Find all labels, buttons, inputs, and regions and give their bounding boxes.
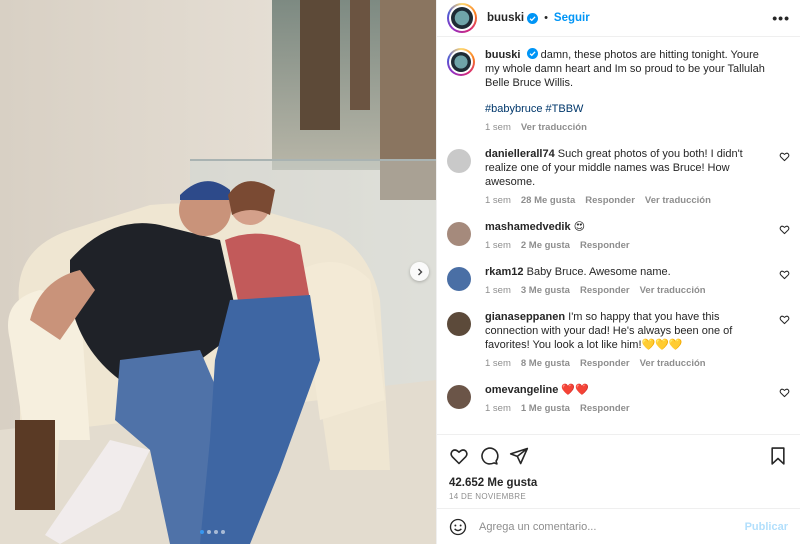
heart-icon[interactable] bbox=[449, 446, 469, 466]
comment-item: rkam12 Baby Bruce. Awesome name. 1 sem 3… bbox=[447, 265, 790, 296]
comments-list[interactable]: buuski damn, these photos are hitting to… bbox=[437, 38, 800, 434]
comment-time: 1 sem bbox=[485, 285, 511, 296]
comment-time: 1 sem bbox=[485, 358, 511, 369]
comment-text: rkam12 Baby Bruce. Awesome name. bbox=[485, 265, 768, 279]
comment-text: mashamedvedik 😍 bbox=[485, 220, 768, 234]
publish-button[interactable]: Publicar bbox=[745, 521, 788, 533]
bookmark-icon[interactable] bbox=[768, 446, 788, 466]
caption-hashtags[interactable]: #babybruce #TBBW bbox=[485, 102, 768, 116]
caption-time: 1 sem bbox=[485, 122, 511, 133]
carousel-dot bbox=[207, 530, 211, 534]
heart-icon[interactable] bbox=[779, 224, 790, 235]
comment-item: gianaseppanen I'm so happy that you have… bbox=[447, 310, 790, 369]
comment-likes[interactable]: 2 Me gusta bbox=[521, 240, 570, 251]
chevron-right-icon bbox=[417, 268, 422, 275]
comment-item: mashamedvedik 😍 1 sem 2 Me gusta Respond… bbox=[447, 220, 790, 251]
verified-icon bbox=[527, 12, 539, 24]
commenter-avatar[interactable] bbox=[447, 149, 471, 173]
commenter-avatar[interactable] bbox=[447, 267, 471, 291]
comment-username[interactable]: daniellerall74 bbox=[485, 148, 555, 160]
heart-icon[interactable] bbox=[779, 314, 790, 325]
comment-time: 1 sem bbox=[485, 403, 511, 414]
post-header: buuski • Seguir ••• bbox=[437, 0, 800, 37]
reply-button[interactable]: Responder bbox=[580, 358, 630, 369]
next-image-button[interactable] bbox=[410, 262, 429, 281]
more-icon[interactable]: ••• bbox=[772, 10, 790, 26]
comment-likes[interactable]: 28 Me gusta bbox=[521, 195, 575, 206]
caption-text: buuski damn, these photos are hitting to… bbox=[485, 48, 768, 90]
translate-link[interactable]: Ver traducción bbox=[521, 122, 587, 133]
carousel-dot bbox=[214, 530, 218, 534]
reply-button[interactable]: Responder bbox=[580, 240, 630, 251]
share-icon[interactable] bbox=[509, 446, 529, 466]
photo-scene bbox=[0, 0, 436, 544]
add-comment-bar: Publicar bbox=[437, 508, 800, 544]
post-photo bbox=[0, 0, 436, 544]
caption: buuski damn, these photos are hitting to… bbox=[447, 48, 790, 133]
heart-icon[interactable] bbox=[779, 151, 790, 162]
action-bar: 42.652 Me gusta 14 DE NOVIEMBRE bbox=[437, 434, 800, 501]
comment-text: gianaseppanen I'm so happy that you have… bbox=[485, 310, 768, 352]
heart-icon[interactable] bbox=[779, 387, 790, 398]
translate-link[interactable]: Ver traducción bbox=[640, 285, 706, 296]
commenter-avatar[interactable] bbox=[447, 312, 471, 336]
header-username[interactable]: buuski bbox=[487, 12, 524, 24]
follow-button[interactable]: Seguir bbox=[554, 12, 590, 24]
comment-text: omevangeline ❤️❤️ bbox=[485, 383, 768, 397]
comment-input[interactable] bbox=[479, 520, 745, 533]
post-date: 14 DE NOVIEMBRE bbox=[449, 492, 526, 501]
comment-icon[interactable] bbox=[479, 446, 499, 466]
likes-count[interactable]: 42.652 Me gusta bbox=[449, 477, 788, 489]
translate-link[interactable]: Ver traducción bbox=[640, 358, 706, 369]
comment-text: daniellerall74 Such great photos of you … bbox=[485, 147, 768, 189]
commenter-avatar[interactable] bbox=[447, 222, 471, 246]
translate-link[interactable]: Ver traducción bbox=[645, 195, 711, 206]
comment-time: 1 sem bbox=[485, 240, 511, 251]
carousel-dot bbox=[200, 530, 204, 534]
comment-item: omevangeline ❤️❤️ 1 sem 1 Me gusta Respo… bbox=[447, 383, 790, 414]
carousel-dot bbox=[221, 530, 225, 534]
comment-body: ❤️❤️ bbox=[561, 384, 589, 396]
reply-button[interactable]: Responder bbox=[580, 285, 630, 296]
caption-avatar[interactable] bbox=[447, 48, 475, 76]
comment-username[interactable]: mashamedvedik bbox=[485, 221, 571, 233]
comment-username[interactable]: rkam12 bbox=[485, 266, 524, 278]
comment-username[interactable]: omevangeline bbox=[485, 384, 558, 396]
reply-button[interactable]: Responder bbox=[580, 403, 630, 414]
comment-likes[interactable]: 3 Me gusta bbox=[521, 285, 570, 296]
comment-body: 😍 bbox=[573, 221, 586, 233]
post-panel: buuski • Seguir ••• buuski damn, these p… bbox=[436, 0, 800, 544]
comment-time: 1 sem bbox=[485, 195, 511, 206]
separator: • bbox=[544, 12, 548, 24]
reply-button[interactable]: Responder bbox=[585, 195, 635, 206]
comment-likes[interactable]: 8 Me gusta bbox=[521, 358, 570, 369]
comment-body: Baby Bruce. Awesome name. bbox=[526, 266, 671, 278]
avatar[interactable] bbox=[447, 3, 477, 33]
verified-icon bbox=[526, 48, 538, 59]
carousel-dots bbox=[200, 530, 225, 534]
emoji-icon[interactable] bbox=[449, 518, 467, 536]
caption-username[interactable]: buuski bbox=[485, 49, 520, 61]
comment-item: daniellerall74 Such great photos of you … bbox=[447, 147, 790, 206]
comment-likes[interactable]: 1 Me gusta bbox=[521, 403, 570, 414]
comment-username[interactable]: gianaseppanen bbox=[485, 311, 565, 323]
heart-icon[interactable] bbox=[779, 269, 790, 280]
commenter-avatar[interactable] bbox=[447, 385, 471, 409]
